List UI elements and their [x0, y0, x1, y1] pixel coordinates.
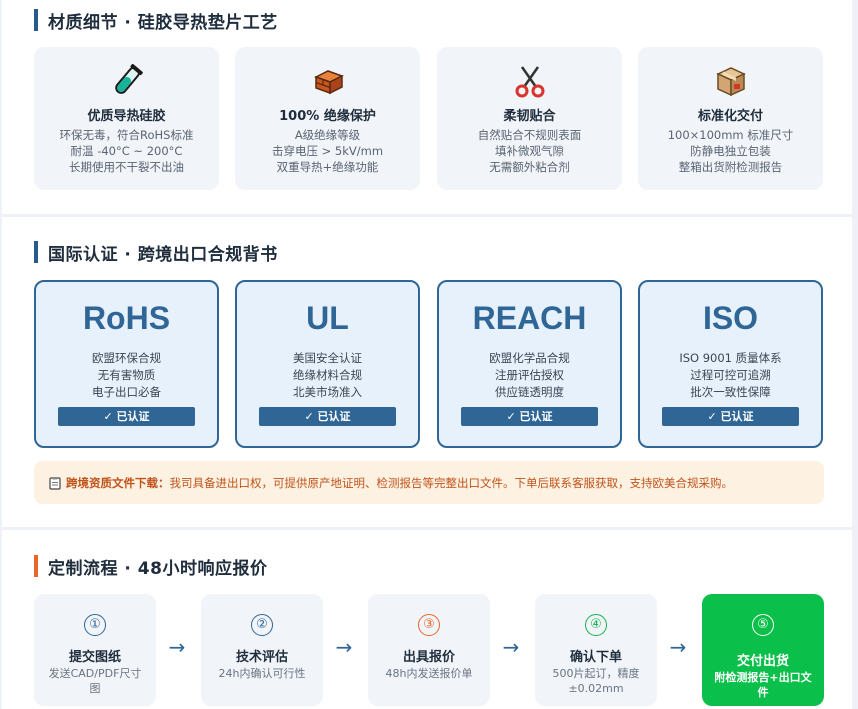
- cert-card-reach: REACH 欧盟化学品合规 注册评估授权 供应链透明度 ✓ 已认证: [437, 280, 622, 448]
- process-heading: 定制流程 · 48小时响应报价: [34, 555, 267, 579]
- package-icon: [715, 67, 746, 97]
- arrow-right-icon: →: [502, 635, 520, 659]
- notice-label: 跨境资质文件下载：: [66, 475, 170, 490]
- process-section: 定制流程 · 48小时响应报价 ① 提交图纸 发送CAD/PDF尺寸图 → ② …: [2, 530, 852, 709]
- clipboard-icon: [49, 476, 61, 490]
- step-technical-review: ② 技术评估 24h内确认可行性: [201, 594, 323, 706]
- cert-card-ul: UL 美国安全认证 绝缘材料合规 北美市场准入 ✓ 已认证: [235, 280, 420, 448]
- notice-text: 我司具备进出口权，可提供原产地证明、检测报告等完整出口文件。下单后联系客服获取，…: [169, 475, 734, 490]
- cert-card-iso: ISO ISO 9001 质量体系 过程可控可追溯 批次一致性保障 ✓ 已认证: [638, 280, 823, 448]
- feature-card-insulation: 100% 绝缘保护 A级绝缘等级 击穿电压 > 5kV/mm 双重导热+绝缘功能: [235, 47, 420, 190]
- export-documents-notice: 跨境资质文件下载： 我司具备进出口权，可提供原产地证明、检测报告等完整出口文件。…: [34, 461, 824, 504]
- step-submit-drawing: ① 提交图纸 发送CAD/PDF尺寸图: [34, 594, 156, 706]
- scissors-icon: [515, 66, 544, 98]
- arrow-right-icon: →: [669, 635, 687, 659]
- certified-badge: ✓ 已认证: [58, 407, 195, 426]
- feature-card-flexible: 柔韧贴合 自然贴合不规则表面 填补微观气隙 无需额外粘合剂: [437, 47, 622, 190]
- step-quotation: ③ 出具报价 48h内发送报价单: [368, 594, 490, 706]
- arrow-right-icon: →: [168, 635, 186, 659]
- certified-badge: ✓ 已认证: [461, 407, 598, 426]
- materials-section: 材质细节 · 硅胶导热垫片工艺 优质导热硅胶 环保无毒，符合RoHS标准 耐温 …: [2, 0, 852, 214]
- brick-icon: [313, 70, 344, 95]
- certified-badge: ✓ 已认证: [259, 407, 396, 426]
- certifications-section: 国际认证 · 跨境出口合规背书 RoHS 欧盟环保合规 无有害物质 电子出口必备…: [2, 217, 852, 527]
- step-delivery: ⑤ 交付出货 附检测报告+出口文件: [702, 594, 824, 706]
- arrow-right-icon: →: [335, 635, 353, 659]
- materials-heading: 材质细节 · 硅胶导热垫片工艺: [34, 9, 278, 33]
- step-confirm-order: ④ 确认下单 500片起订，精度±0.02mm: [535, 594, 657, 706]
- feature-card-silicone: 优质导热硅胶 环保无毒，符合RoHS标准 耐温 -40°C ~ 200°C 长期…: [34, 47, 219, 190]
- cert-card-rohs: RoHS 欧盟环保合规 无有害物质 电子出口必备 ✓ 已认证: [34, 280, 219, 448]
- test-tube-icon: [114, 63, 143, 94]
- feature-card-delivery: 标准化交付 100×100mm 标准尺寸 防静电独立包装 整箱出货附检测报告: [638, 47, 823, 190]
- certifications-heading: 国际认证 · 跨境出口合规背书: [34, 241, 278, 265]
- certified-badge: ✓ 已认证: [662, 407, 799, 426]
